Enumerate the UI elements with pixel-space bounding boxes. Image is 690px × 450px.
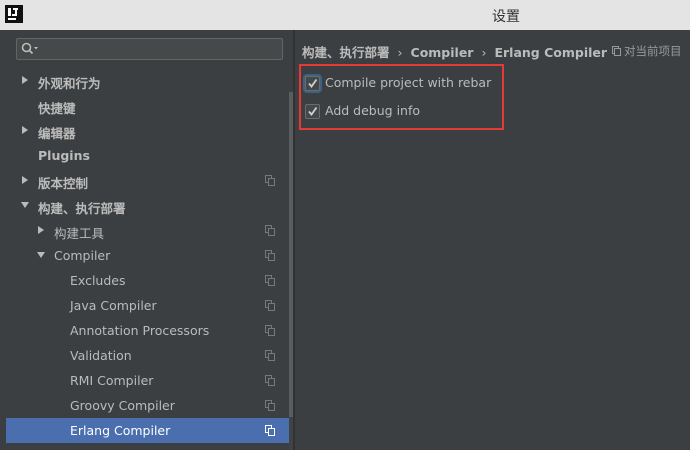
settings-sidebar: 外观和行为快捷键编辑器 Plugins 版本控制构建、执行部署 构建工具 Compile… (6, 30, 293, 450)
search-icon (21, 42, 38, 55)
intellij-logo-icon (5, 5, 23, 23)
title-bar: 设置 (0, 0, 690, 30)
tree-item-label: Groovy Compiler (70, 398, 175, 413)
tree-item-label: Excludes (70, 273, 126, 288)
project-level-icon (265, 300, 275, 311)
tree-item[interactable]: Excludes (6, 268, 291, 293)
project-scope-icon (612, 46, 621, 56)
tree-item[interactable]: Erlang Compiler (6, 418, 291, 443)
project-level-icon (265, 175, 275, 186)
tree-item-label: 构建、执行部署 (38, 201, 126, 216)
expand-arrow-down-icon[interactable] (36, 250, 46, 260)
tree-item-label: Java Compiler (70, 298, 157, 313)
tree-item[interactable]: Plugins (6, 143, 291, 168)
add-debug-info-label[interactable]: Add debug info (325, 103, 420, 118)
tree-item-label: 构建工具 (54, 226, 105, 241)
tree-item-label: Compiler (54, 248, 111, 263)
expand-arrow-right-icon[interactable] (20, 125, 30, 135)
tree-item[interactable]: RMI Compiler (6, 368, 291, 393)
tree-item[interactable]: 构建工具 (6, 218, 291, 243)
breadcrumb-item: Compiler (410, 45, 474, 60)
checkmark-icon (308, 78, 318, 88)
compile-with-rebar-label[interactable]: Compile project with rebar (325, 75, 491, 90)
tree-item-label: 版本控制 (38, 176, 89, 191)
tree-item[interactable]: Groovy Compiler (6, 393, 291, 418)
tree-item[interactable]: 编辑器 (6, 118, 291, 143)
tree-item-label: 快捷键 (38, 101, 76, 116)
tree-item[interactable]: 外观和行为 (6, 68, 291, 93)
tree-item-label: 编辑器 (38, 126, 76, 141)
tree-item-label: Annotation Processors (70, 323, 210, 338)
tree-item[interactable]: Annotation Processors (6, 318, 291, 343)
project-level-icon (265, 325, 275, 336)
project-level-icon (265, 350, 275, 361)
expand-arrow-right-icon[interactable] (36, 225, 46, 235)
tree-item[interactable]: Validation (6, 343, 291, 368)
settings-content: 构建、执行部署 › Compiler › Erlang Compiler 对当前项目 C… (295, 30, 690, 450)
tree-item[interactable]: 版本控制 (6, 168, 291, 193)
tree-item-label: Erlang Compiler (70, 423, 171, 438)
expand-arrow-right-icon[interactable] (20, 175, 30, 185)
checkmark-icon (308, 106, 318, 116)
highlight-box (299, 64, 504, 130)
project-level-icon (265, 375, 275, 386)
tree-item[interactable]: Compiler (6, 243, 291, 268)
project-level-icon (265, 400, 275, 411)
tree-item-label: Plugins (38, 148, 90, 163)
project-scope-text: 对当前项目 (624, 44, 682, 58)
project-level-icon (265, 250, 275, 261)
window-title: 设置 (492, 9, 520, 25)
search-input[interactable] (43, 40, 278, 58)
breadcrumb: 构建、执行部署 › Compiler › Erlang Compiler (302, 42, 607, 61)
project-scope-label: 对当前项目 (612, 43, 682, 59)
compile-with-rebar-checkbox[interactable] (305, 76, 320, 91)
tree-item[interactable]: 快捷键 (6, 93, 291, 118)
search-box[interactable] (16, 38, 283, 60)
tree-item-label: Validation (70, 348, 132, 363)
project-level-icon (265, 425, 275, 436)
tree-item[interactable]: 构建、执行部署 (6, 193, 291, 218)
tree-item-label: RMI Compiler (70, 373, 154, 388)
breadcrumb-item: 构建、执行部署 (302, 45, 390, 60)
breadcrumb-item: Erlang Compiler (494, 45, 608, 60)
expand-arrow-down-icon[interactable] (20, 200, 30, 210)
breadcrumb-separator: › (481, 45, 487, 60)
project-level-icon (265, 275, 275, 286)
add-debug-info-checkbox[interactable] (305, 104, 320, 119)
breadcrumb-separator: › (397, 45, 403, 60)
tree-item[interactable]: Java Compiler (6, 293, 291, 318)
expand-arrow-right-icon[interactable] (20, 75, 30, 85)
project-level-icon (265, 225, 275, 236)
tree-item-label: 外观和行为 (38, 76, 101, 91)
